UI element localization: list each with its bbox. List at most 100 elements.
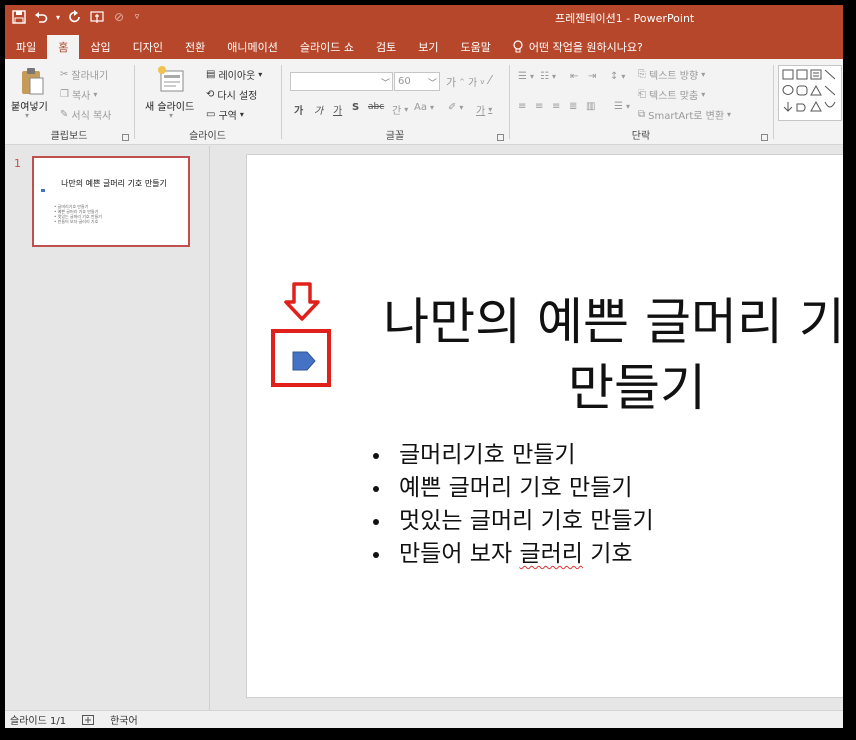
text-direction-button[interactable]: ⎘ 텍스트 방향 ▾ [638,67,705,82]
save-icon[interactable] [11,9,27,25]
bullet-dot-icon [373,485,379,492]
tell-me-box[interactable]: 어떤 작업을 원하시나요? [502,35,654,59]
numbering-icon[interactable]: ☷ ▾ [540,71,556,82]
highlight-color-icon[interactable]: ✐ ▾ [448,102,463,113]
misspelled-word: 글러리 [519,541,583,567]
reset-button[interactable]: ⟲ 다시 설정 [206,87,257,102]
slide-title-line2: 만들기 [568,359,706,417]
chevron-down-icon: ﹀ [380,79,390,89]
new-slide-icon[interactable] [157,65,185,95]
cut-button[interactable]: ✂ 잘라내기 [60,67,108,82]
align-text-button[interactable]: ⎗ 텍스트 맞춤 ▾ [638,87,705,102]
smartart-button[interactable]: ⧉ SmartArt로 변환 ▾ [638,107,731,122]
shadow-icon[interactable]: S [352,102,359,113]
slide-thumbnail[interactable]: 나만의 예쁜 글머리 기호 만들기 • 글머리기호 만들기 • 예쁜 글머리 기… [32,156,190,247]
font-color-icon[interactable]: 가 ▾ [476,102,492,117]
bold-icon[interactable]: 가 [294,102,303,117]
bullets-icon[interactable]: ☰ ▾ [518,71,534,82]
font-group: ﹀ 60 ﹀ 가 ^ 가v ⁄ 가 가 가 S abc 간 ▾ Aa ▾ ✐ ▾ 가 ▾ 글… [282,59,508,144]
undo-icon[interactable] [33,9,49,25]
grow-font-icon[interactable]: 가 ^ [446,74,465,90]
chevron-down-icon[interactable]: ▾ [55,9,61,25]
tab-file[interactable]: 파일 [5,35,47,59]
increase-indent-icon[interactable]: ⇥ [588,71,596,82]
paste-dropdown-icon[interactable]: ▾ [25,111,29,120]
clipboard-label: 클립보드 [50,131,88,142]
slide-title[interactable]: 나만의 예쁜 글머리 기호 만들기 [357,289,843,421]
columns-dropdown-icon[interactable]: ☰ ▾ [614,101,630,112]
accessibility-icon[interactable] [82,714,95,725]
tab-design[interactable]: 디자인 [122,35,174,59]
align-left-icon[interactable]: ≡ [518,101,526,112]
paragraph-launcher-icon[interactable] [761,134,768,141]
tab-insert[interactable]: 삽입 [79,35,121,59]
strikethrough-icon[interactable]: abc [368,102,384,112]
font-label: 글꼴 [385,131,405,142]
bullet-dot-icon [373,452,379,459]
paste-icon[interactable] [19,67,45,97]
shrink-font-icon[interactable]: 가v [468,74,484,90]
copy-icon: ❐ [60,89,69,100]
ribbon-tabs: 파일 홈 삽입 디자인 전환 애니메이션 슬라이드 쇼 검토 보기 도움말 어떤… [5,31,843,59]
thumb-bullets: • 글머리기호 만들기 • 예쁜 글머리 기호 만들기 • 멋있는 글머리 기호… [54,204,102,224]
text-direction-icon: ⎘ [638,69,646,80]
tab-review[interactable]: 검토 [365,35,407,59]
lightbulb-icon [513,40,523,53]
new-slide-dropdown-icon[interactable]: ▾ [169,111,173,120]
list-item: 멋있는 글머리 기호 만들기 [369,505,654,538]
window-title: 프레젠테이션1 - PowerPoint [555,12,695,25]
justify-icon[interactable]: ≣ [569,101,577,112]
smartart-icon: ⧉ [638,109,646,120]
clipboard-launcher-icon[interactable] [122,134,129,141]
tab-slideshow[interactable]: 슬라이드 쇼 [289,35,365,59]
slide-thumbnail-pane: 1 나만의 예쁜 글머리 기호 만들기 • 글머리기호 만들기 • 예쁜 글머리… [5,146,210,710]
slide-bullet-list[interactable]: 글머리기호 만들기 예쁜 글머리 기호 만들기 멋있는 글머리 기호 만들기 만… [369,439,654,571]
thumb-bullet: • 만들어 보자 글러리 기호 [54,219,99,224]
tab-animations[interactable]: 애니메이션 [216,35,289,59]
tab-view[interactable]: 보기 [407,35,449,59]
disabled-circle-icon: ⊘ [113,10,125,24]
font-size-combo[interactable]: 60 ﹀ [394,72,440,91]
language-indicator[interactable]: 한국어 [110,712,138,727]
pentagon-bullet-marker-icon[interactable] [292,351,316,371]
drawing-group [775,59,843,144]
slide-editor-pane: 나만의 예쁜 글머리 기호 만들기 글머리기호 만들기 예쁜 글머리 기호 만들… [211,146,843,710]
decrease-indent-icon[interactable]: ⇤ [570,71,578,82]
align-center-icon[interactable]: ≡ [535,101,543,112]
list-item: 글머리기호 만들기 [369,439,654,472]
format-painter-button[interactable]: ✎ 서식 복사 [60,107,111,122]
customize-icon[interactable]: ▿ [133,9,141,25]
layout-button[interactable]: ▤ 레이아웃 ▾ [206,67,262,82]
slide-canvas[interactable]: 나만의 예쁜 글머리 기호 만들기 글머리기호 만들기 예쁜 글머리 기호 만들… [246,154,843,698]
char-spacing-icon[interactable]: 간 ▾ [392,102,408,117]
paragraph-label: 단락 [631,131,651,142]
redo-icon[interactable] [67,9,83,25]
touch-mode-icon[interactable] [89,9,105,25]
list-item: 예쁜 글머리 기호 만들기 [369,472,654,505]
tab-help[interactable]: 도움말 [449,35,501,59]
title-bar: ▾ ⊘ ▿ 프레젠테이션1 - PowerPoint [5,5,843,31]
font-launcher-icon[interactable] [497,134,504,141]
section-button[interactable]: ▭ 구역 ▾ [206,107,244,122]
list-item: 만들어 보자 글러리 기호 [369,538,654,571]
align-right-icon[interactable]: ≡ [552,101,560,112]
shapes-gallery[interactable] [778,65,842,121]
tab-home[interactable]: 홈 [47,35,80,59]
quick-access-toolbar: ▾ ⊘ ▿ [11,9,141,25]
layout-icon: ▤ [206,69,216,80]
italic-icon[interactable]: 가 [314,102,323,117]
change-case-icon[interactable]: Aa ▾ [414,102,434,113]
clear-format-icon[interactable]: ⁄ [489,73,491,87]
down-arrow-annotation-icon [284,282,320,321]
line-spacing-icon[interactable]: ↕ ▾ [610,71,625,82]
copy-button[interactable]: ❐ 복사 ▾ [60,87,97,102]
bullet-dot-icon [373,551,379,558]
font-name-combo[interactable]: ﹀ [290,72,393,91]
brush-icon: ✎ [60,109,69,120]
columns-icon[interactable]: ▥ [586,101,595,112]
slide-title-line1: 나만의 예쁜 글머리 기호 [383,293,843,351]
underline-icon[interactable]: 가 [333,102,342,117]
paste-button[interactable]: 붙여넣기 [11,98,48,113]
tell-me-text: 어떤 작업을 원하시나요? [528,41,643,54]
tab-transitions[interactable]: 전환 [174,35,216,59]
